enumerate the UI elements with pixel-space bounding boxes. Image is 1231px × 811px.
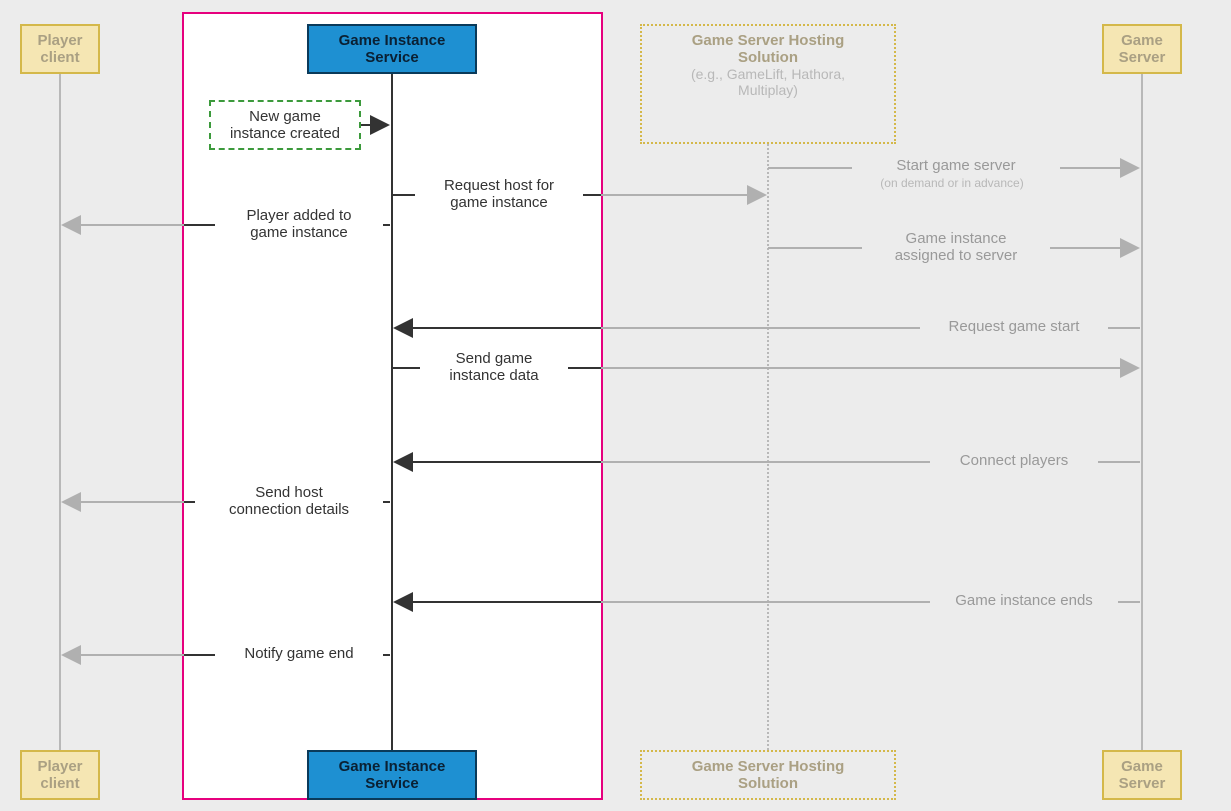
actor-label: Game InstanceService bbox=[339, 32, 446, 66]
msg-text: Start game server bbox=[896, 157, 1015, 174]
msg-request-start: Request game start bbox=[920, 318, 1108, 335]
note-new-instance: New gameinstance created bbox=[209, 100, 361, 150]
note-text: New gameinstance created bbox=[230, 108, 340, 142]
actor-label: Playerclient bbox=[37, 32, 82, 66]
msg-text: Send hostconnection details bbox=[229, 484, 349, 518]
actor-label: Game Server HostingSolution bbox=[648, 32, 888, 66]
actor-label: Game InstanceService bbox=[339, 758, 446, 792]
lifeline-gis bbox=[391, 74, 393, 750]
lifeline-player bbox=[59, 74, 61, 750]
actor-sublabel: (e.g., GameLift, Hathora,Multiplay) bbox=[648, 66, 888, 98]
lifeline-server bbox=[1141, 74, 1143, 750]
msg-text: Send gameinstance data bbox=[449, 350, 538, 384]
msg-start-game-server: Start game server bbox=[852, 157, 1060, 174]
msg-text: Request host forgame instance bbox=[444, 177, 554, 211]
actor-label: Playerclient bbox=[37, 758, 82, 792]
lifeline-hosting bbox=[767, 144, 769, 750]
actor-player-client-top: Playerclient bbox=[20, 24, 100, 74]
msg-send-data: Send gameinstance data bbox=[420, 348, 568, 386]
actor-game-instance-service-bottom: Game InstanceService bbox=[307, 750, 477, 800]
msg-text: Player added togame instance bbox=[246, 207, 351, 241]
msg-player-added: Player added togame instance bbox=[215, 205, 383, 243]
msg-start-game-server-sub: (on demand or in advance) bbox=[852, 176, 1052, 190]
msg-text: (on demand or in advance) bbox=[880, 176, 1023, 190]
msg-game-ends: Game instance ends bbox=[930, 592, 1118, 609]
msg-notify-end: Notify game end bbox=[215, 645, 383, 662]
actor-label: GameServer bbox=[1119, 758, 1166, 792]
msg-send-conn: Send hostconnection details bbox=[195, 482, 383, 520]
actor-hosting-solution-bottom: Game Server HostingSolution bbox=[640, 750, 896, 800]
msg-connect: Connect players bbox=[930, 452, 1098, 469]
actor-player-client-bottom: Playerclient bbox=[20, 750, 100, 800]
msg-text: Connect players bbox=[960, 452, 1068, 469]
msg-text: Request game start bbox=[949, 318, 1080, 335]
actor-label: Game Server HostingSolution bbox=[692, 758, 845, 792]
actor-hosting-solution-top: Game Server HostingSolution (e.g., GameL… bbox=[640, 24, 896, 144]
actor-game-instance-service-top: Game InstanceService bbox=[307, 24, 477, 74]
msg-text: Game instance ends bbox=[955, 592, 1093, 609]
actor-game-server-bottom: GameServer bbox=[1102, 750, 1182, 800]
msg-text: Notify game end bbox=[244, 645, 353, 662]
msg-request-host: Request host forgame instance bbox=[415, 175, 583, 213]
msg-text: Game instanceassigned to server bbox=[895, 230, 1018, 264]
actor-game-server-top: GameServer bbox=[1102, 24, 1182, 74]
actor-label: GameServer bbox=[1119, 32, 1166, 66]
msg-assigned: Game instanceassigned to server bbox=[862, 228, 1050, 266]
